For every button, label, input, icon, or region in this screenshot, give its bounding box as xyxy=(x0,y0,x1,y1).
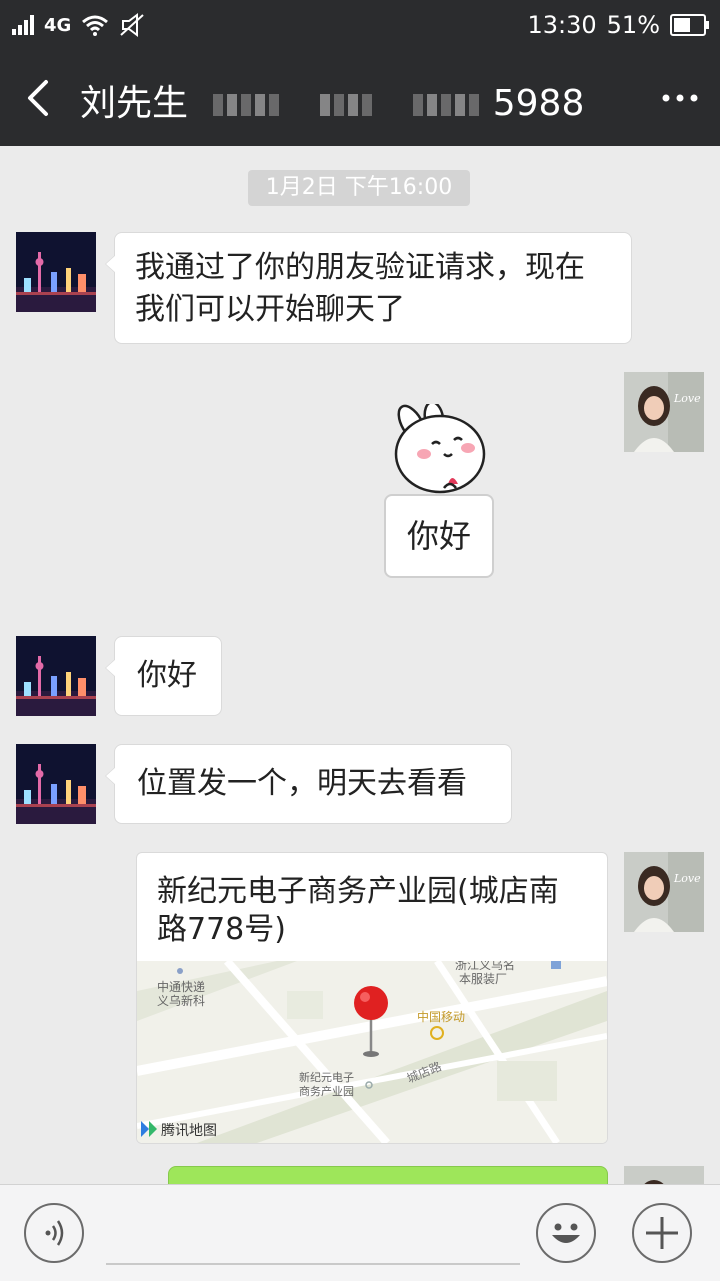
message-text: 你好 xyxy=(137,658,197,693)
svg-text:Love: Love xyxy=(673,872,701,885)
message-bubble[interactable]: 你好 xyxy=(105,636,222,716)
chevron-left-icon[interactable] xyxy=(20,76,60,120)
bunny-sticker-icon xyxy=(394,404,486,494)
location-message[interactable]: 新纪元电子商务产业园(城店南路778号) 中通快递 义乌新科 浙江义乌名 本服装… xyxy=(136,852,608,1144)
message-input[interactable] xyxy=(106,1263,520,1265)
avatar-self[interactable] xyxy=(624,1166,704,1184)
plus-icon xyxy=(646,1217,678,1249)
mute-icon xyxy=(120,13,144,37)
map-label: 义乌新科 xyxy=(157,993,205,1008)
message-list[interactable]: 1月2日 下午16:00 我通过了你的朋友验证请求，现在我们可以开始聊天了 Lo… xyxy=(0,146,720,1184)
chat-title: 刘先生 5988 xyxy=(80,74,584,126)
emoji-icon xyxy=(552,1223,580,1243)
location-map[interactable]: 中通快递 义乌新科 浙江义乌名 本服装厂 中国移动 城店路 新纪元电子 商务产业… xyxy=(137,961,607,1143)
wifi-icon xyxy=(82,15,109,36)
svg-text:Love: Love xyxy=(673,392,701,405)
map-provider: 腾讯地图 xyxy=(161,1122,217,1139)
map-label: 本服装厂 xyxy=(459,972,507,986)
map-label: 中通快递 xyxy=(157,979,205,994)
more-dots-icon[interactable] xyxy=(658,78,702,118)
status-bar: 4G 13:30 51% xyxy=(0,0,720,50)
battery-icon xyxy=(670,14,709,36)
voice-button[interactable] xyxy=(24,1203,84,1263)
sticker-message[interactable]: 你好 xyxy=(384,404,494,579)
avatar-contact[interactable] xyxy=(16,232,96,312)
battery-percent: 51% xyxy=(606,11,660,39)
sticker-text: 你好 xyxy=(406,517,471,555)
input-bar xyxy=(0,1184,720,1281)
contact-name: 刘先生 xyxy=(80,83,189,124)
avatar-contact[interactable] xyxy=(16,744,96,824)
blurred-number xyxy=(211,83,492,124)
avatar-self[interactable]: Love xyxy=(624,852,704,932)
map-label: 新纪元电子 xyxy=(299,1070,354,1084)
message-text: 位置发一个，明天去看看 xyxy=(137,766,467,801)
number-suffix: 5988 xyxy=(492,83,585,124)
message-bubble-self[interactable] xyxy=(168,1166,608,1184)
network-type: 4G xyxy=(44,14,72,36)
avatar-contact[interactable] xyxy=(16,636,96,716)
message-text: 我通过了你的朋友验证请求，现在我们可以开始聊天了 xyxy=(135,250,585,327)
avatar-self[interactable]: Love xyxy=(624,372,704,452)
signal-icon xyxy=(12,15,34,35)
timestamp: 1月2日 下午16:00 xyxy=(248,170,470,206)
message-bubble[interactable]: 位置发一个，明天去看看 xyxy=(105,744,512,824)
plus-button[interactable] xyxy=(632,1203,692,1263)
clock: 13:30 xyxy=(527,11,597,39)
message-bubble[interactable]: 我通过了你的朋友验证请求，现在我们可以开始聊天了 xyxy=(105,232,632,344)
map-label: 中国移动 xyxy=(417,1009,465,1024)
map-label: 商务产业园 xyxy=(299,1084,354,1098)
sticker-text-card: 你好 xyxy=(384,494,494,578)
emoji-button[interactable] xyxy=(536,1203,596,1263)
location-title: 新纪元电子商务产业园(城店南路778号) xyxy=(157,874,559,947)
map-label: 浙江义乌名 xyxy=(455,961,515,972)
chat-header: 刘先生 5988 xyxy=(0,50,720,146)
voice-icon xyxy=(45,1220,64,1246)
